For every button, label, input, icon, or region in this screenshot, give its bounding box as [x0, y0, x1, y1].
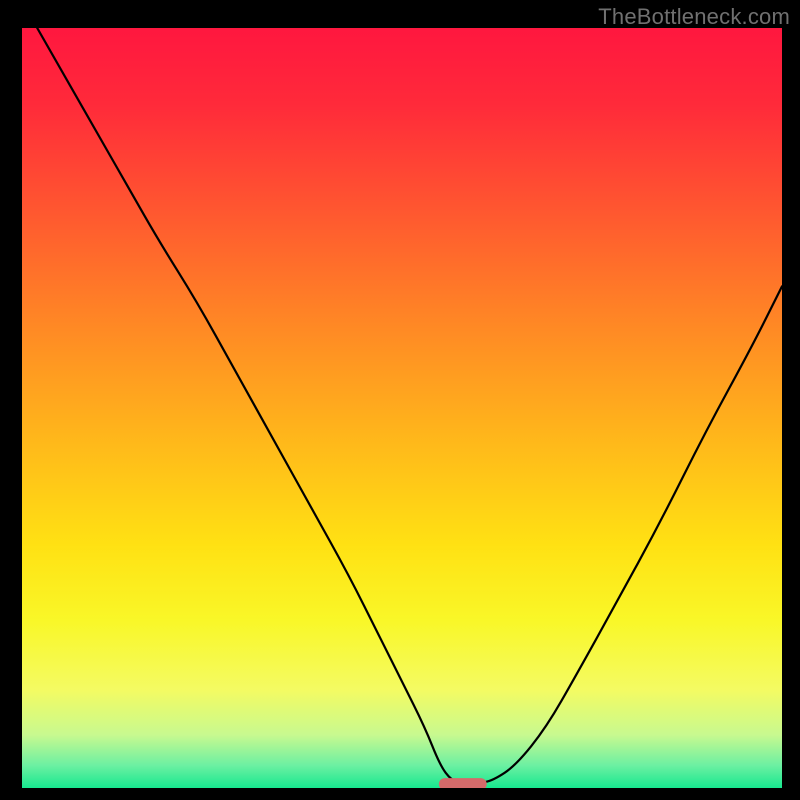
gradient-background	[22, 28, 782, 788]
optimal-range-marker	[439, 778, 487, 790]
watermark-text: TheBottleneck.com	[598, 4, 790, 30]
bottleneck-chart	[0, 0, 800, 800]
chart-frame: TheBottleneck.com	[0, 0, 800, 800]
